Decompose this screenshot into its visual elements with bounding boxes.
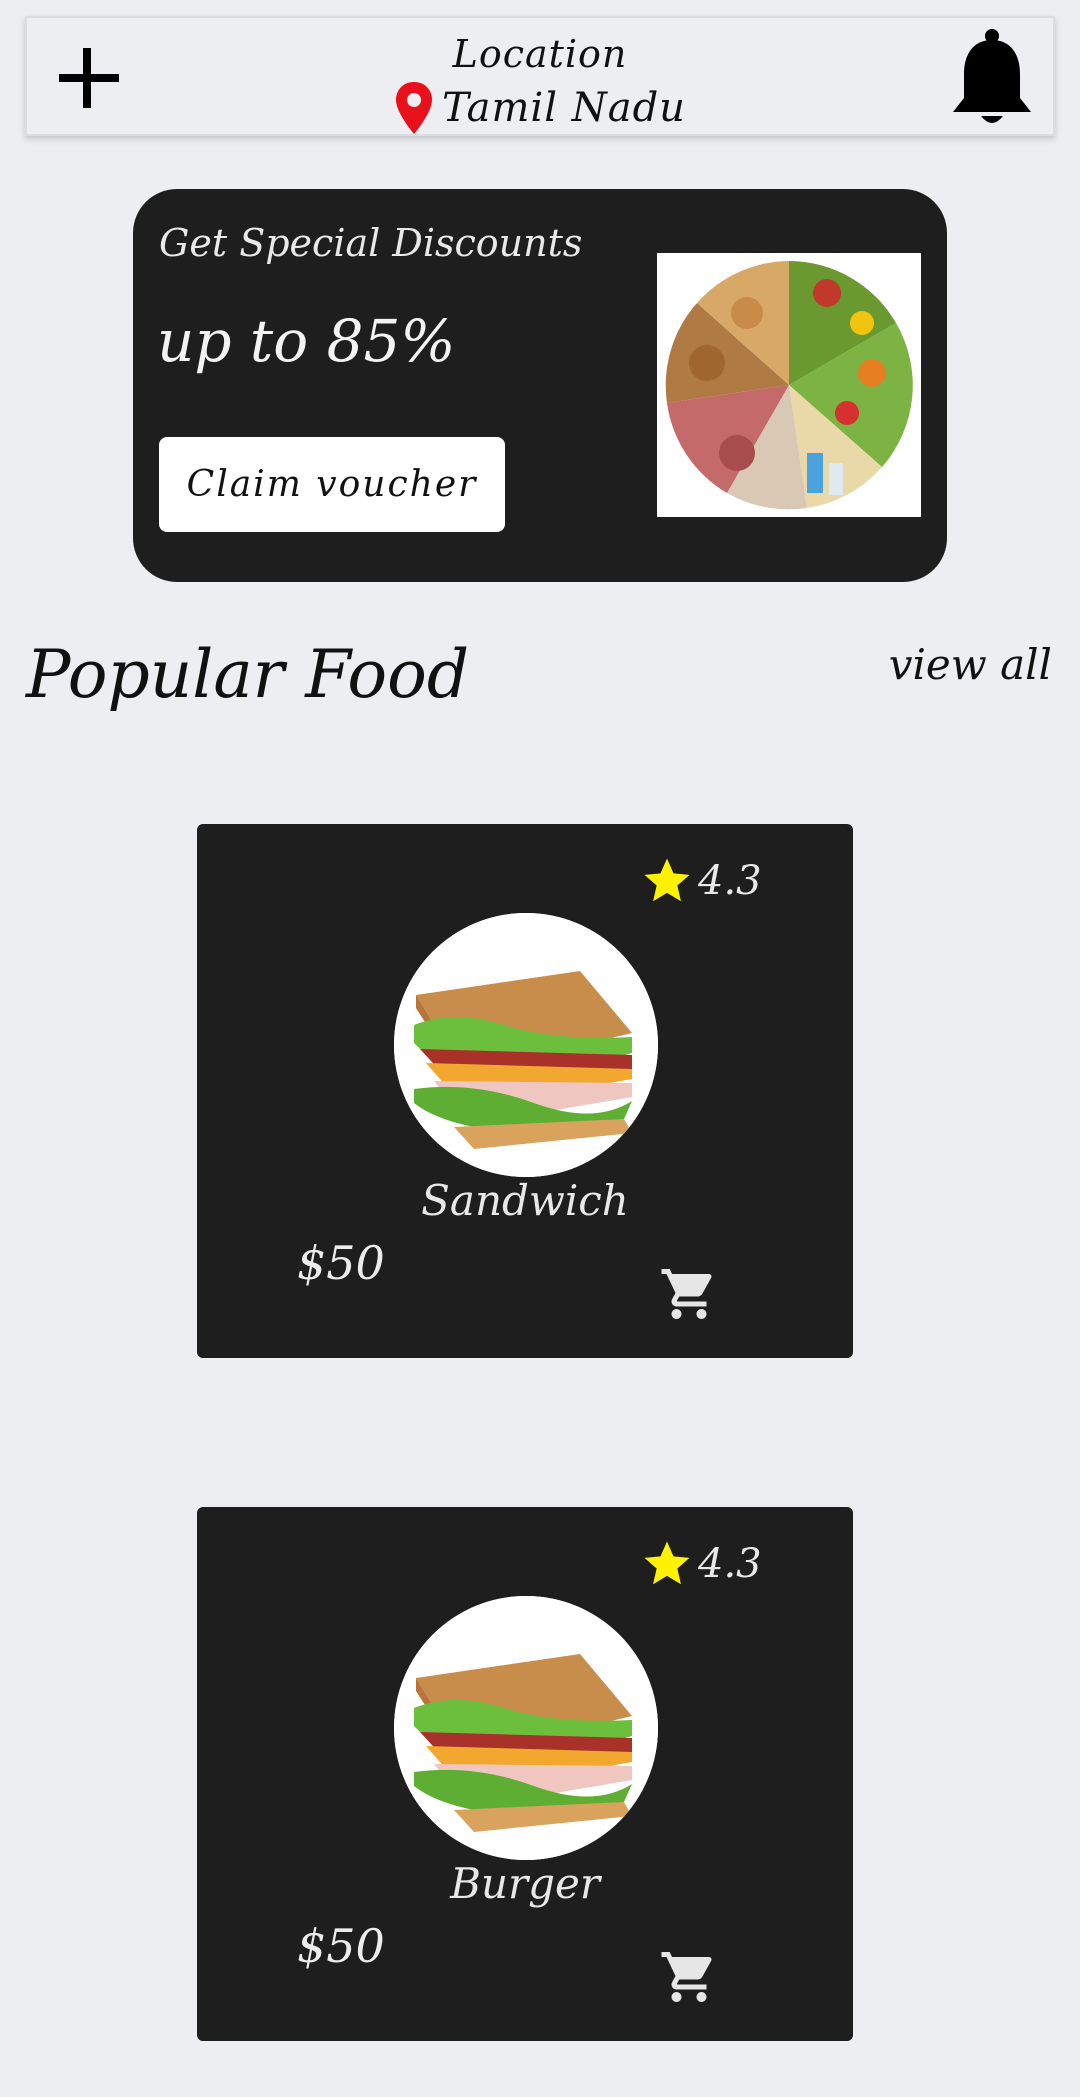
star-icon <box>644 858 690 902</box>
location-pin-icon <box>396 82 433 134</box>
food-price: $50 <box>297 1919 385 1973</box>
location-value: Tamil Nadu <box>442 85 686 131</box>
food-name: Sandwich <box>421 1176 629 1225</box>
food-name: Burger <box>450 1859 600 1908</box>
location-selector[interactable]: Tamil Nadu <box>27 80 1053 136</box>
food-image <box>394 1596 658 1860</box>
rating: 4.3 <box>640 854 762 908</box>
claim-voucher-button[interactable]: Claim voucher <box>159 437 505 532</box>
food-image <box>394 913 658 1177</box>
cart-icon[interactable] <box>659 1947 719 2007</box>
star-icon <box>644 1541 690 1585</box>
rating-value: 4.3 <box>698 858 762 904</box>
view-all-link[interactable]: view all <box>889 640 1052 689</box>
top-bar: Location Tamil Nadu <box>25 16 1055 136</box>
promo-title: Get Special Discounts <box>159 221 583 265</box>
food-groups-image <box>657 253 921 517</box>
cart-icon[interactable] <box>659 1264 719 1324</box>
promo-card: Get Special Discounts up to 85% Claim vo… <box>133 189 947 582</box>
promo-discount: up to 85% <box>157 307 456 375</box>
rating-value: 4.3 <box>698 1541 762 1587</box>
bell-icon[interactable] <box>947 26 1037 130</box>
section-title: Popular Food <box>26 636 470 713</box>
food-price: $50 <box>297 1236 385 1290</box>
food-card[interactable]: 4.3 Sandwich $50 <box>197 824 853 1358</box>
rating: 4.3 <box>640 1537 762 1591</box>
food-card[interactable]: 4.3 Burger $50 <box>197 1507 853 2041</box>
location-title: Location <box>452 32 628 76</box>
